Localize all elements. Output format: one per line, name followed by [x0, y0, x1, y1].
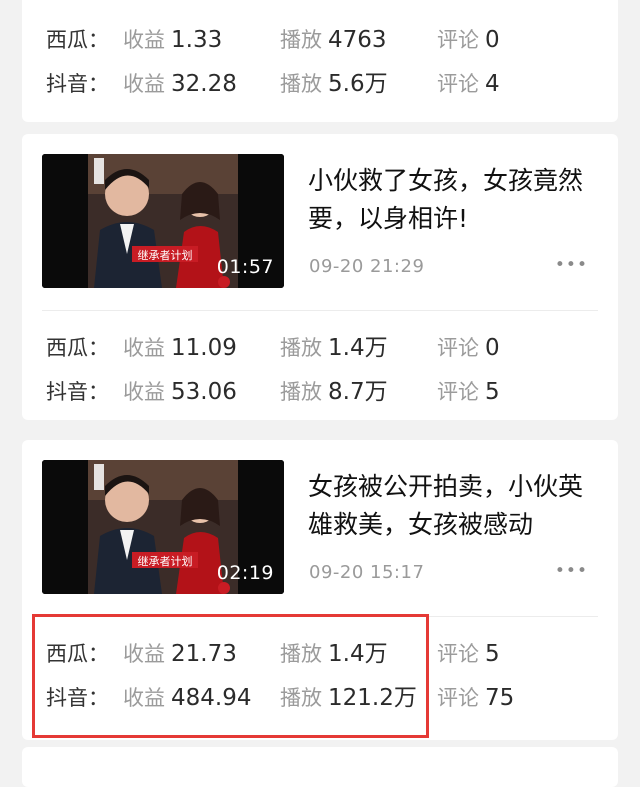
video-timestamp: 09-20 21:29: [309, 256, 425, 277]
comments-value: 4: [485, 71, 500, 97]
platform-label: 抖音：: [46, 72, 109, 96]
thumbnail-badge: 继承者计划: [138, 249, 193, 262]
income-label: 收益: [123, 336, 165, 360]
income-stat: 收益 53.06: [123, 370, 237, 416]
income-value: 32.28: [171, 71, 237, 97]
income-value: 53.06: [171, 379, 237, 405]
income-stat: 收益 32.28: [123, 62, 237, 108]
comments-value: 0: [485, 27, 500, 53]
more-options-icon[interactable]: •••: [555, 561, 588, 581]
plays-label: 播放: [280, 72, 322, 96]
plays-value: 4763: [328, 27, 387, 53]
platform-label: 抖音：: [46, 380, 109, 404]
comments-stat: 评论 75: [437, 676, 514, 722]
income-value: 11.09: [171, 335, 237, 361]
plays-label: 播放: [280, 380, 322, 404]
stats-row-douyin: 抖音： 收益 32.28 播放 5.6万 评论 4: [22, 62, 618, 106]
income-label: 收益: [123, 380, 165, 404]
comments-stat: 评论 5: [437, 632, 500, 678]
thumbnail-badge: 继承者计划: [138, 555, 193, 568]
highlight-box: [32, 614, 429, 738]
comments-label: 评论: [437, 336, 479, 360]
plays-value: 5.6万: [328, 71, 388, 97]
comments-value: 5: [485, 379, 500, 405]
comments-stat: 评论 5: [437, 370, 500, 416]
video-duration: 01:57: [216, 256, 274, 278]
more-options-icon[interactable]: •••: [555, 255, 588, 275]
comments-stat: 评论 0: [437, 326, 500, 372]
video-item[interactable]: 继承者计划 01:57 小伙救了女孩，女孩竟然要，以身相许! 09-20 21:…: [22, 134, 618, 304]
comments-label: 评论: [437, 642, 479, 666]
video-stats-card: 西瓜： 收益 1.33 播放 4763 评论 0 抖音： 收益 32.28 播放 5.6万…: [22, 0, 618, 122]
video-title[interactable]: 女孩被公开拍卖，小伙英雄救美，女孩被感动: [308, 468, 598, 544]
plays-label: 播放: [280, 28, 322, 52]
stats-block: 西瓜： 收益 11.09 播放 1.4万 评论 0 抖音： 收益 53.06 播放 8.7…: [22, 326, 618, 414]
comments-stat: 评论 4: [437, 62, 500, 108]
platform-label: 西瓜：: [46, 336, 109, 360]
income-value: 1.33: [171, 27, 223, 53]
plays-stat: 播放 4763: [280, 18, 387, 64]
video-thumbnail[interactable]: 继承者计划 01:57: [42, 154, 284, 288]
stats-row-douyin: 抖音： 收益 53.06 播放 8.7万 评论 5: [22, 370, 618, 414]
video-thumbnail[interactable]: 继承者计划 02:19: [42, 460, 284, 594]
divider: [42, 310, 598, 311]
stats-block: 西瓜： 收益 1.33 播放 4763 评论 0 抖音： 收益 32.28 播放 5.6万…: [22, 18, 618, 106]
comments-value: 75: [485, 685, 515, 711]
plays-stat: 播放 1.4万: [280, 326, 388, 372]
plays-value: 1.4万: [328, 335, 388, 361]
comments-value: 0: [485, 335, 500, 361]
income-stat: 收益 11.09: [123, 326, 237, 372]
plays-label: 播放: [280, 336, 322, 360]
video-item[interactable]: 继承者计划 02:19 女孩被公开拍卖，小伙英雄救美，女孩被感动 09-20 1…: [22, 440, 618, 610]
comments-label: 评论: [437, 72, 479, 96]
video-card: 继承者计划 01:57 小伙救了女孩，女孩竟然要，以身相许! 09-20 21:…: [22, 134, 618, 420]
income-label: 收益: [123, 28, 165, 52]
stats-row-xigua: 西瓜： 收益 11.09 播放 1.4万 评论 0: [22, 326, 618, 370]
comments-label: 评论: [437, 28, 479, 52]
comments-label: 评论: [437, 380, 479, 404]
income-stat: 收益 1.33: [123, 18, 222, 64]
video-duration: 02:19: [216, 562, 274, 584]
video-title[interactable]: 小伙救了女孩，女孩竟然要，以身相许!: [308, 162, 598, 238]
platform-label: 西瓜：: [46, 28, 109, 52]
comments-label: 评论: [437, 686, 479, 710]
plays-stat: 播放 8.7万: [280, 370, 388, 416]
video-card: [22, 747, 618, 787]
comments-value: 5: [485, 641, 500, 667]
video-timestamp: 09-20 15:17: [309, 562, 425, 583]
plays-value: 8.7万: [328, 379, 388, 405]
comments-stat: 评论 0: [437, 18, 500, 64]
plays-stat: 播放 5.6万: [280, 62, 388, 108]
stats-row-xigua: 西瓜： 收益 1.33 播放 4763 评论 0: [22, 18, 618, 62]
income-label: 收益: [123, 72, 165, 96]
